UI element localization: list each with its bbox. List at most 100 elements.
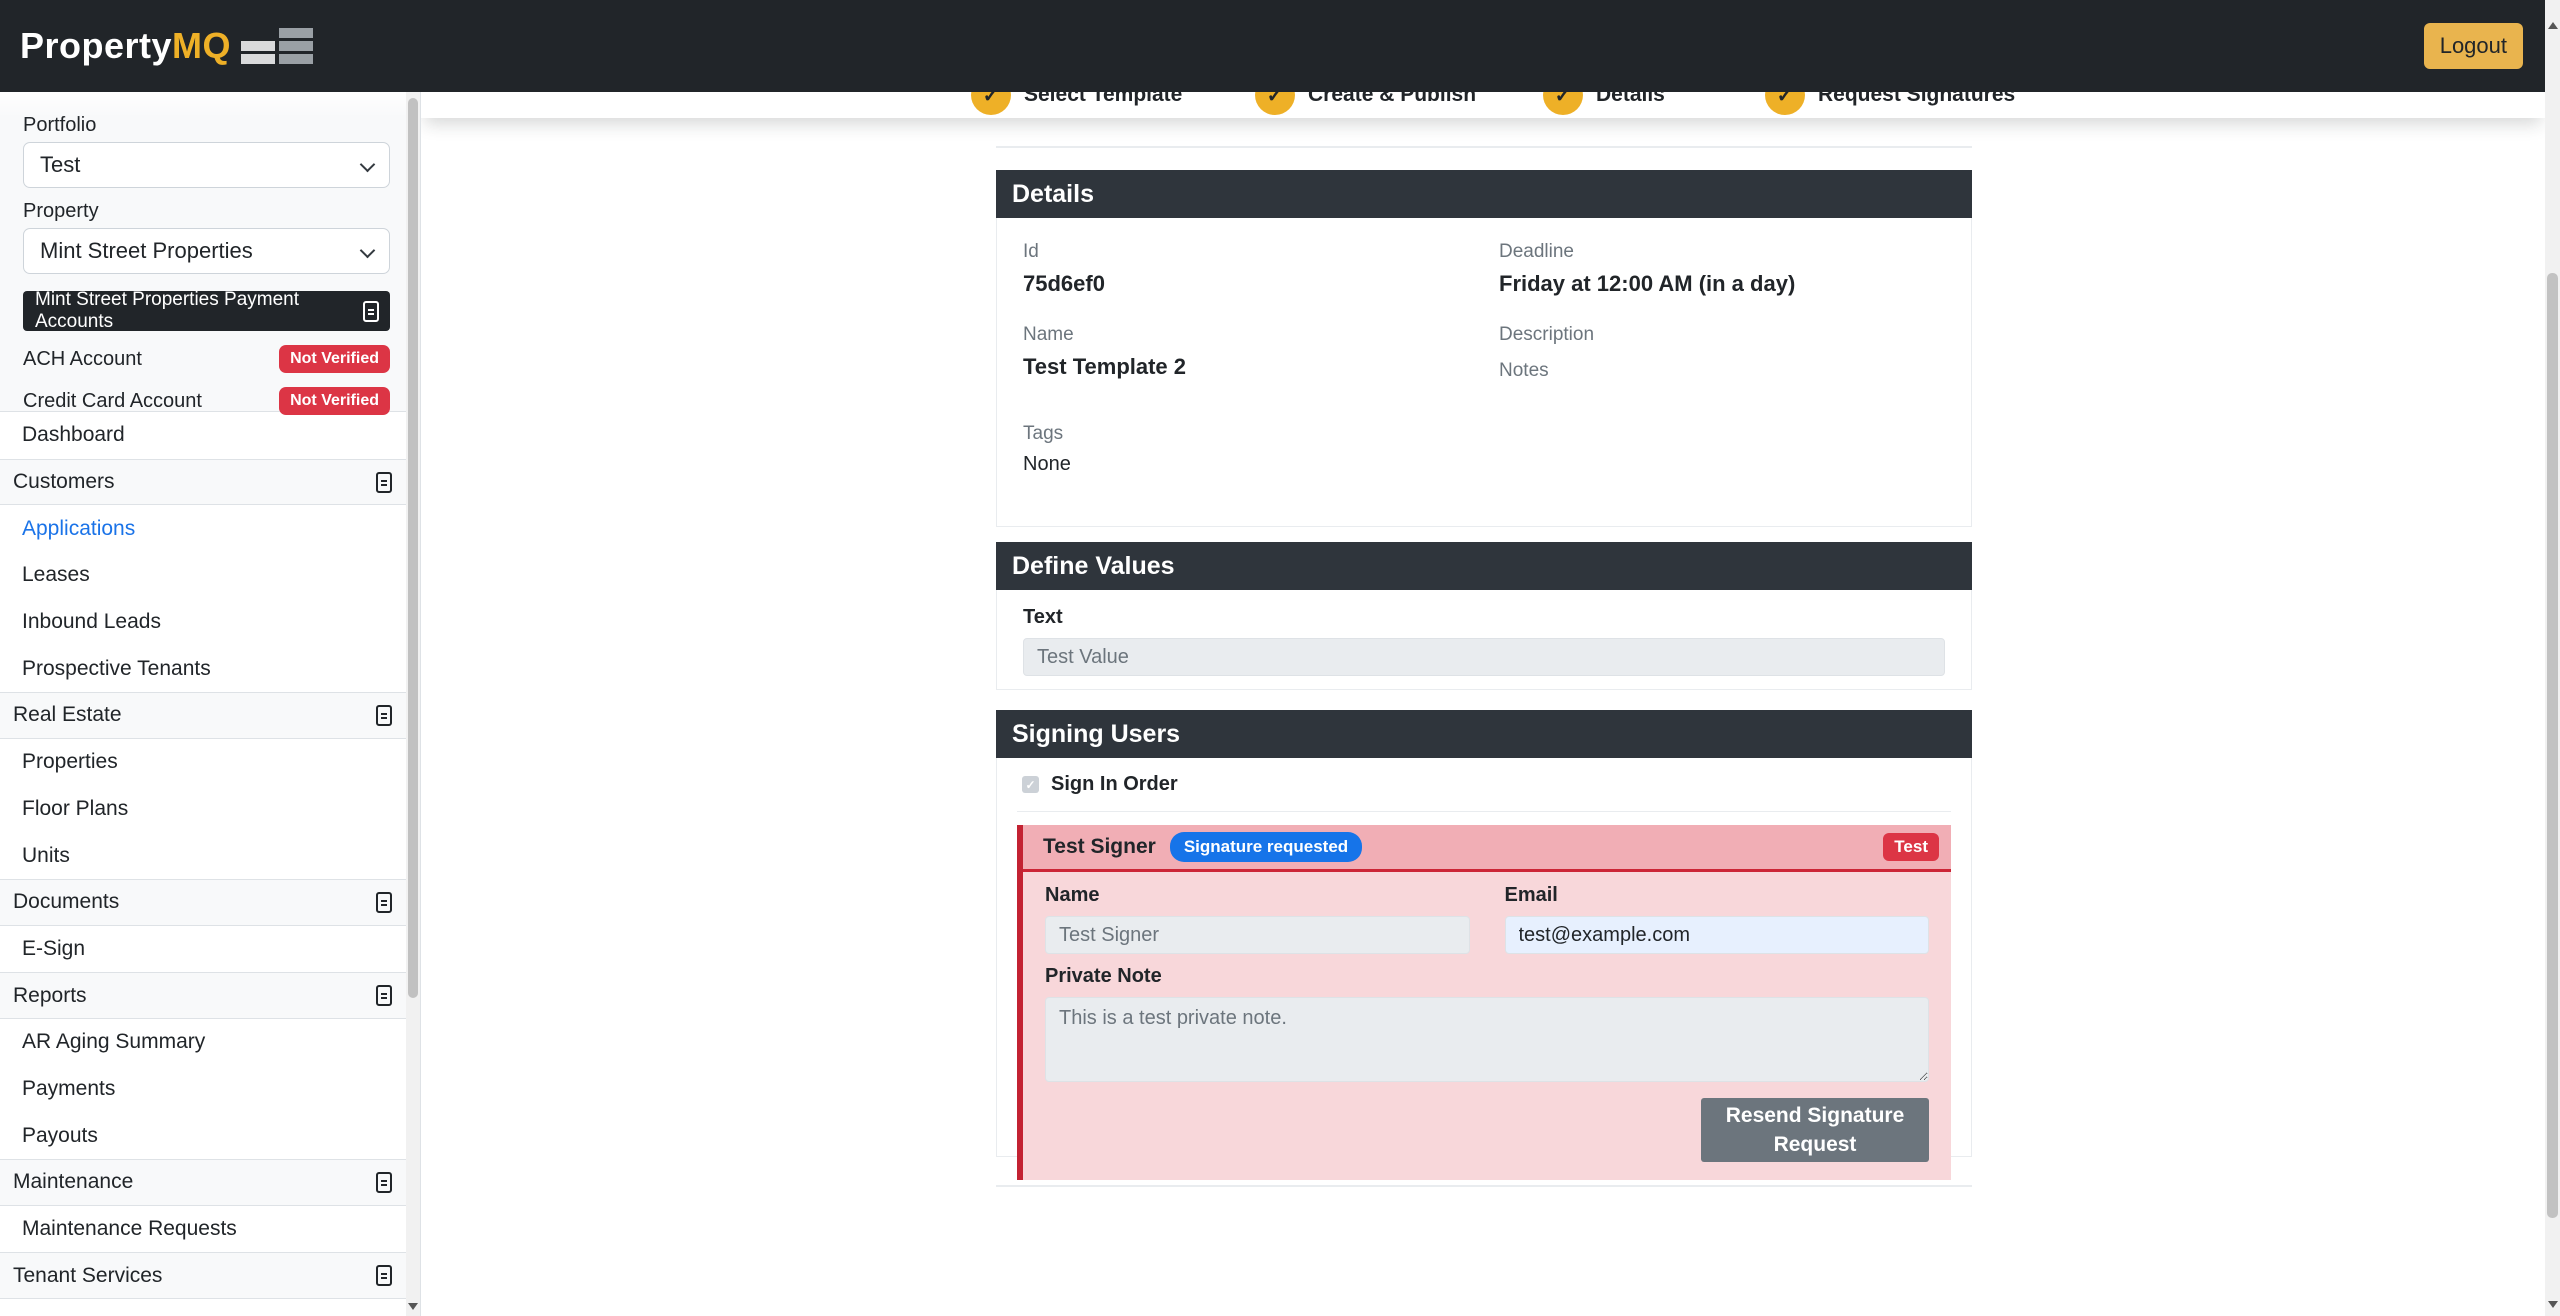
document-icon <box>376 472 392 493</box>
signer-card: Test Signer Signature requested Test Nam… <box>1017 825 1951 1180</box>
sidebar-section-customers[interactable]: Customers <box>0 459 420 506</box>
scroll-up-icon[interactable] <box>2548 22 2558 29</box>
private-note-label: Private Note <box>1045 965 1929 988</box>
scroll-down-icon[interactable] <box>2548 1301 2558 1308</box>
logout-button[interactable]: Logout <box>2424 23 2523 69</box>
deadline-value: Friday at 12:00 AM (in a day) <box>1499 271 1945 297</box>
page-scrollbar[interactable] <box>2545 0 2560 1316</box>
divider <box>996 1185 1972 1187</box>
sidebar-section-documents[interactable]: Documents <box>0 879 420 926</box>
details-title: Details <box>1012 180 1094 209</box>
credit-card-account-label: Credit Card Account <box>23 390 202 413</box>
not-verified-badge: Not Verified <box>279 387 390 415</box>
sidebar-section-maintenance[interactable]: Maintenance <box>0 1159 420 1206</box>
payment-account-row: ACH Account Not Verified <box>23 345 390 373</box>
sidebar-item-payments[interactable]: Payments <box>0 1066 420 1113</box>
id-label: Id <box>1023 241 1469 263</box>
sidebar-item-leases[interactable]: Leases <box>0 552 420 599</box>
signer-email-field: Email <box>1505 884 1930 954</box>
signer-name-label: Name <box>1045 884 1470 907</box>
signer-email-input[interactable] <box>1505 916 1930 954</box>
sign-in-order-row: ✓ Sign In Order <box>1017 773 1951 796</box>
sidebar-item-ar-aging-summary[interactable]: AR Aging Summary <box>0 1019 420 1066</box>
field-name: Name Test Template 2 <box>1023 324 1469 396</box>
portfolio-label: Portfolio <box>23 114 390 137</box>
ach-account-label: ACH Account <box>23 348 142 371</box>
document-icon <box>363 301 379 322</box>
signer-name-input[interactable] <box>1045 916 1470 954</box>
sidebar-item-payouts[interactable]: Payouts <box>0 1112 420 1159</box>
define-values-section-header: Define Values <box>996 542 1972 590</box>
document-icon <box>376 985 392 1006</box>
field-id: Id 75d6ef0 <box>1023 241 1469 297</box>
sidebar-item-floor-plans[interactable]: Floor Plans <box>0 786 420 833</box>
name-label: Name <box>1023 324 1469 346</box>
field-deadline: Deadline Friday at 12:00 AM (in a day) <box>1499 241 1945 297</box>
resend-signature-request-button[interactable]: Resend Signature Request <box>1701 1098 1929 1162</box>
property-label: Property <box>23 200 390 223</box>
logo-text: PropertyMQ <box>20 25 231 67</box>
main-content: ✓ Select Template ✓ Create & Publish ✓ D… <box>421 0 2545 1316</box>
id-value: 75d6ef0 <box>1023 271 1469 297</box>
description-label: Description <box>1499 324 1945 346</box>
signer-email-label: Email <box>1505 884 1930 907</box>
sidebar-section-tenant-services[interactable]: Tenant Services <box>0 1252 420 1299</box>
property-value: Mint Street Properties <box>40 238 253 264</box>
sign-in-order-checkbox[interactable]: ✓ <box>1022 776 1039 793</box>
scroll-down-icon[interactable] <box>408 1303 418 1310</box>
name-value: Test Template 2 <box>1023 354 1469 380</box>
sidebar-section-reports[interactable]: Reports <box>0 972 420 1019</box>
sidebar-item-e-sign[interactable]: E-Sign <box>0 926 420 973</box>
property-select[interactable]: Mint Street Properties <box>23 228 390 274</box>
document-icon <box>376 892 392 913</box>
signer-display-name: Test Signer <box>1043 835 1156 859</box>
sign-in-order-label: Sign In Order <box>1051 773 1178 796</box>
document-icon <box>376 1265 392 1286</box>
chevron-down-icon <box>360 243 376 259</box>
signing-users-section-body: ✓ Sign In Order Test Signer Signature re… <box>996 758 1972 1157</box>
field-description-notes: Description Notes <box>1499 324 1945 396</box>
bar-chart-icon <box>241 28 313 64</box>
define-values-section-body: Text <box>996 590 1972 690</box>
field-tags: Tags None <box>1023 423 1469 476</box>
not-verified-badge: Not Verified <box>279 345 390 373</box>
document-icon <box>376 705 392 726</box>
text-field-label: Text <box>1023 606 1945 629</box>
sidebar-item-units[interactable]: Units <box>0 832 420 879</box>
top-navbar: PropertyMQ Logout <box>0 0 2545 92</box>
details-section-body: Id 75d6ef0 Deadline Friday at 12:00 AM (… <box>996 218 1972 527</box>
signing-users-title: Signing Users <box>1012 720 1180 749</box>
sidebar-item-dashboard[interactable]: Dashboard <box>0 412 420 459</box>
signing-users-section-header: Signing Users <box>996 710 1972 758</box>
payment-account-row: Credit Card Account Not Verified <box>23 387 390 415</box>
signer-card-header: Test Signer Signature requested Test <box>1023 825 1951 872</box>
sidebar-item-inbound-leads[interactable]: Inbound Leads <box>0 599 420 646</box>
signature-requested-badge: Signature requested <box>1170 832 1362 862</box>
sidebar-item-properties[interactable]: Properties <box>0 739 420 786</box>
sidebar-item-maintenance-requests[interactable]: Maintenance Requests <box>0 1206 420 1253</box>
divider <box>996 146 1972 148</box>
private-note-textarea[interactable]: This is a test private note. <box>1045 997 1929 1082</box>
sidebar-scrollbar-thumb[interactable] <box>408 98 418 998</box>
sidebar: Portfolio Test Property Mint Street Prop… <box>0 92 421 1316</box>
test-env-badge: Test <box>1883 833 1939 861</box>
signer-name-field: Name <box>1045 884 1470 954</box>
page-scrollbar-thumb[interactable] <box>2547 273 2558 1218</box>
payment-accounts-title: Mint Street Properties Payment Accounts <box>35 289 363 333</box>
document-icon <box>376 1172 392 1193</box>
portfolio-value: Test <box>40 152 80 178</box>
text-value-input[interactable] <box>1023 638 1945 676</box>
sidebar-section-real-estate[interactable]: Real Estate <box>0 692 420 739</box>
signer-card-body: Name Email Private Note This is a test p… <box>1023 872 1951 1180</box>
sidebar-controls: Portfolio Test Property Mint Street Prop… <box>0 92 420 412</box>
tags-label: Tags <box>1023 423 1469 445</box>
details-section-header: Details <box>996 170 1972 218</box>
define-values-title: Define Values <box>1012 552 1175 581</box>
sidebar-item-applications[interactable]: Applications <box>0 505 420 552</box>
payment-accounts-header[interactable]: Mint Street Properties Payment Accounts <box>23 291 390 331</box>
deadline-label: Deadline <box>1499 241 1945 263</box>
sidebar-item-prospective-tenants[interactable]: Prospective Tenants <box>0 645 420 692</box>
sidebar-scrollbar[interactable] <box>406 92 420 1316</box>
portfolio-select[interactable]: Test <box>23 142 390 188</box>
propertymq-logo[interactable]: PropertyMQ <box>20 25 313 67</box>
